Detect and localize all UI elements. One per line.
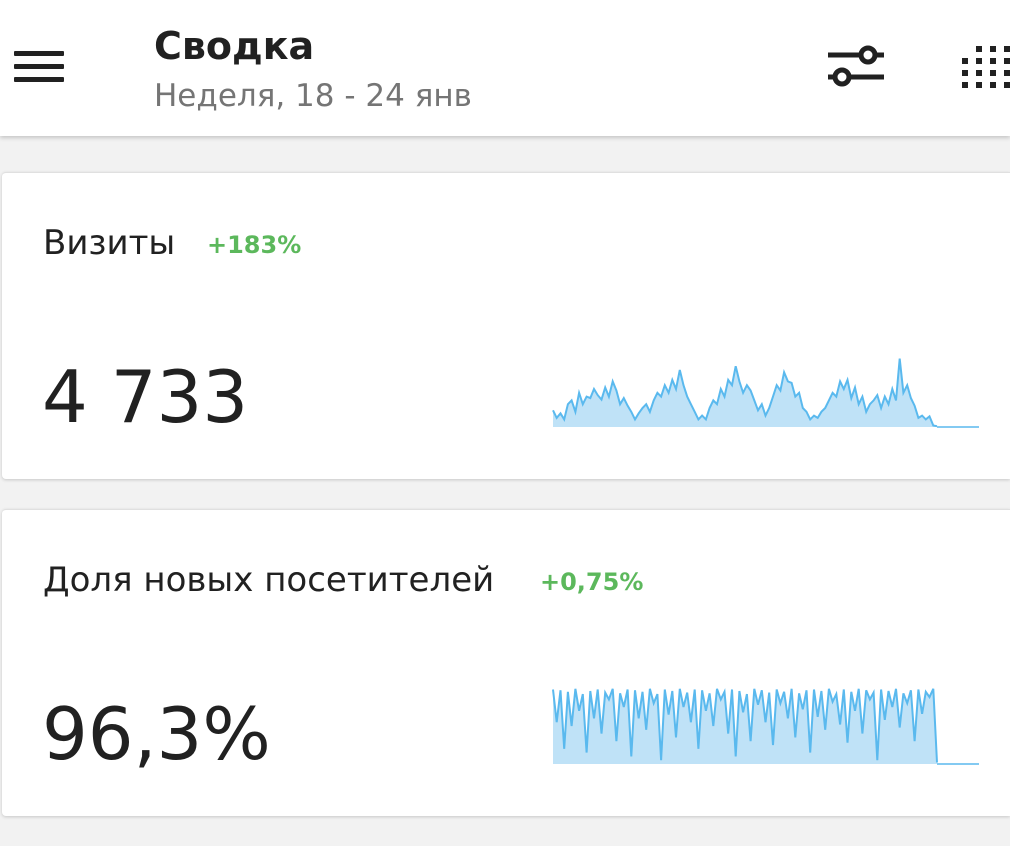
- sliders-icon[interactable]: [822, 42, 888, 92]
- dots-grid-icon[interactable]: [958, 44, 1010, 90]
- hamburger-menu-icon[interactable]: [14, 44, 68, 88]
- new-visitors-value: 96,3%: [42, 692, 271, 776]
- app-bar: Сводка Неделя, 18 - 24 янв: [0, 0, 1010, 136]
- page-title: Сводка: [154, 24, 315, 68]
- visits-value: 4 733: [42, 355, 249, 439]
- menu-line: [14, 76, 64, 82]
- new-visitors-sparkline: [552, 688, 979, 765]
- new-visitors-label: Доля новых посетителей: [43, 560, 495, 600]
- visits-sparkline: [552, 358, 979, 428]
- new-visitors-delta-badge: +0,75%: [540, 568, 644, 596]
- menu-line: [14, 50, 64, 56]
- visits-card[interactable]: Визиты +183% 4 733: [2, 172, 1010, 479]
- visits-label: Визиты: [43, 223, 176, 263]
- menu-line: [14, 63, 64, 69]
- visits-delta-badge: +183%: [207, 231, 302, 259]
- period-subtitle[interactable]: Неделя, 18 - 24 янв: [154, 76, 472, 116]
- new-visitors-card[interactable]: Доля новых посетителей +0,75% 96,3%: [2, 509, 1010, 816]
